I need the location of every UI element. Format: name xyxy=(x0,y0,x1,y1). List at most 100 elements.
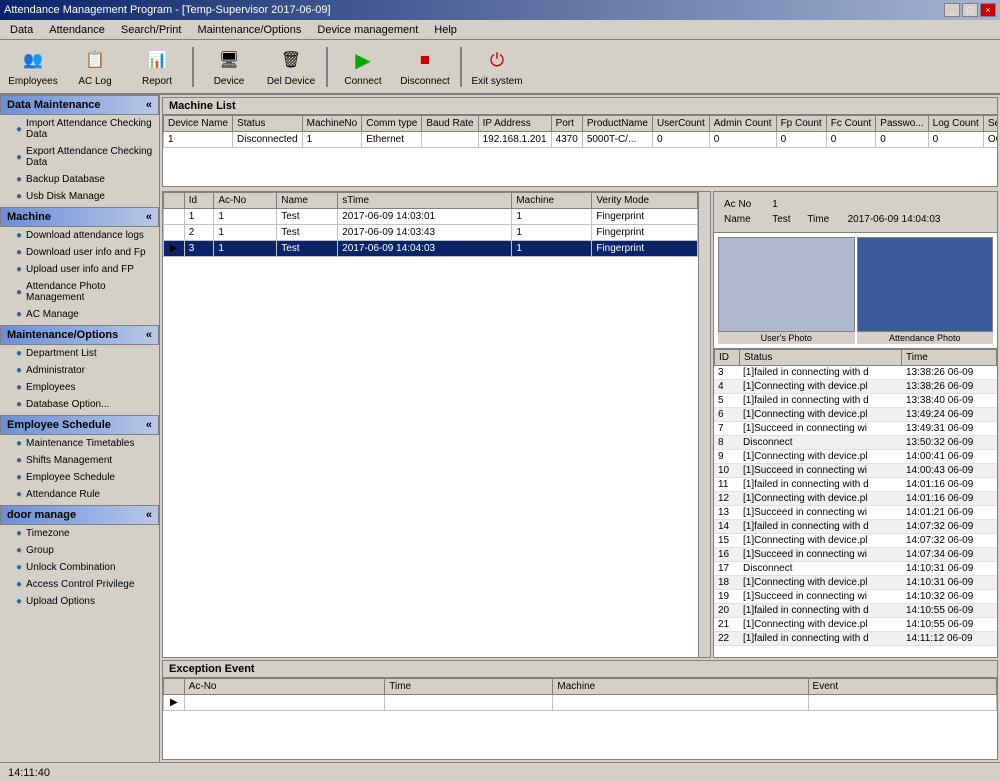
list-item[interactable]: 14 [1]failed in connecting with d 14:07:… xyxy=(714,520,997,534)
table-row[interactable]: ▶ 3 1 Test 2017-06-09 14:04:03 1 Fingerp… xyxy=(164,241,698,257)
sidebar-item-department[interactable]: Department List xyxy=(0,345,159,362)
disconnect-button[interactable]: Disconnect xyxy=(396,43,454,91)
device-button[interactable]: Device xyxy=(200,43,258,91)
machine-list-scroll[interactable]: Device Name Status MachineNo Comm type B… xyxy=(163,115,997,180)
exit-system-button[interactable]: Exit system xyxy=(468,43,526,91)
sidebar-item-db-option[interactable]: Database Option... xyxy=(0,396,159,413)
list-item[interactable]: 20 [1]failed in connecting with d 14:10:… xyxy=(714,604,997,618)
sidebar-header-machine[interactable]: Machine « xyxy=(0,207,159,227)
sidebar-header-data-maintenance[interactable]: Data Maintenance « xyxy=(0,95,159,115)
sidebar-item-administrator[interactable]: Administrator xyxy=(0,362,159,379)
sidebar-item-upload-options[interactable]: Upload Options xyxy=(0,593,159,610)
sidebar-item-download-user[interactable]: Download user info and Fp xyxy=(0,244,159,261)
sidebar-item-ac-manage-label: AC Manage xyxy=(26,309,79,320)
log-table: 3 [1]failed in connecting with d 13:38:2… xyxy=(714,366,997,646)
menu-help[interactable]: Help xyxy=(426,22,465,38)
sidebar-item-timezone[interactable]: Timezone xyxy=(0,525,159,542)
sidebar-item-group[interactable]: Group xyxy=(0,542,159,559)
connect-button[interactable]: Connect xyxy=(334,43,392,91)
sidebar-item-upload-user[interactable]: Upload user info and FP xyxy=(0,261,159,278)
sidebar-door-collapse-icon: « xyxy=(146,509,152,521)
attendance-table-scroll[interactable]: Id Ac-No Name sTime Machine Verity Mode xyxy=(163,192,698,657)
menu-data[interactable]: Data xyxy=(2,22,41,38)
menu-attendance[interactable]: Attendance xyxy=(41,22,113,38)
sidebar-item-usb[interactable]: Usb Disk Manage xyxy=(0,188,159,205)
menu-search-print[interactable]: Search/Print xyxy=(113,22,190,38)
list-item[interactable]: 10 [1]Succeed in connecting wi 14:00:43 … xyxy=(714,464,997,478)
sidebar-header-schedule[interactable]: Employee Schedule « xyxy=(0,415,159,435)
import-icon xyxy=(16,124,22,135)
exception-title-text: Exception Event xyxy=(169,663,255,675)
attendance-rule-icon xyxy=(16,489,22,500)
sidebar-item-employee-schedule[interactable]: Employee Schedule xyxy=(0,469,159,486)
user-photo-col: User's Photo xyxy=(718,237,855,344)
sidebar-item-timetables[interactable]: Maintenance Timetables xyxy=(0,435,159,452)
list-item[interactable]: 18 [1]Connecting with device.pl 14:10:31… xyxy=(714,576,997,590)
sidebar-header-door[interactable]: door manage « xyxy=(0,505,159,525)
list-item[interactable]: 8 Disconnect 13:50:32 06-09 xyxy=(714,436,997,450)
ac-manage-icon xyxy=(16,309,22,320)
list-item[interactable]: 7 [1]Succeed in connecting wi 13:49:31 0… xyxy=(714,422,997,436)
list-item[interactable]: 6 [1]Connecting with device.pl 13:49:24 … xyxy=(714,408,997,422)
menu-bar: Data Attendance Search/Print Maintenance… xyxy=(0,20,1000,40)
report-button[interactable]: Report xyxy=(128,43,186,91)
employees-button[interactable]: Employees xyxy=(4,43,62,91)
list-item[interactable]: 11 [1]failed in connecting with d 14:01:… xyxy=(714,478,997,492)
list-item[interactable]: 17 Disconnect 14:10:31 06-09 xyxy=(714,562,997,576)
exit-label: Exit system xyxy=(471,76,522,87)
log-table-area[interactable]: 3 [1]failed in connecting with d 13:38:2… xyxy=(714,366,997,657)
sidebar-item-shifts[interactable]: Shifts Management xyxy=(0,452,159,469)
list-item[interactable]: 13 [1]Succeed in connecting wi 14:01:21 … xyxy=(714,506,997,520)
table-row[interactable]: 2 1 Test 2017-06-09 14:03:43 1 Fingerpri… xyxy=(164,225,698,241)
maximize-button[interactable]: □ xyxy=(962,3,978,17)
sidebar-item-employees-label: Employees xyxy=(26,382,75,393)
sidebar-header-maintenance[interactable]: Maintenance/Options « xyxy=(0,325,159,345)
col-baud-rate: Baud Rate xyxy=(422,116,478,132)
del-device-button[interactable]: Del Device xyxy=(262,43,320,91)
exception-title: Exception Event xyxy=(163,661,997,678)
sidebar-section-maintenance: Maintenance/Options « Department List Ad… xyxy=(0,325,159,413)
user-detail-area: Ac No 1 Name Test Time 2017-06-09 14:04:… xyxy=(714,192,997,233)
sidebar-item-photo-mgmt[interactable]: Attendance Photo Management xyxy=(0,278,159,306)
ac-no-label: Ac No xyxy=(722,198,768,211)
log-section: ID Status Time 3 [1]failed in connecting… xyxy=(714,348,997,657)
sidebar-item-backup[interactable]: Backup Database xyxy=(0,171,159,188)
list-item[interactable]: 12 [1]Connecting with device.pl 14:01:16… xyxy=(714,492,997,506)
sidebar-item-ac-manage[interactable]: AC Manage xyxy=(0,306,159,323)
sidebar-item-unlock[interactable]: Unlock Combination xyxy=(0,559,159,576)
list-item[interactable]: 4 [1]Connecting with device.pl 13:38:26 … xyxy=(714,380,997,394)
minimize-button[interactable]: _ xyxy=(944,3,960,17)
list-item[interactable]: 3 [1]failed in connecting with d 13:38:2… xyxy=(714,366,997,380)
exc-col-ac-no: Ac-No xyxy=(184,679,385,695)
list-item[interactable]: 22 [1]failed in connecting with d 14:11:… xyxy=(714,632,997,646)
sidebar-item-shifts-label: Shifts Management xyxy=(26,455,112,466)
sidebar-item-download-logs[interactable]: Download attendance logs xyxy=(0,227,159,244)
usb-icon xyxy=(16,191,22,202)
aclog-icon xyxy=(81,46,109,74)
exception-table-scroll[interactable]: Ac-No Time Machine Event ▶ xyxy=(163,678,997,759)
list-item[interactable]: 19 [1]Succeed in connecting wi 14:10:32 … xyxy=(714,590,997,604)
exception-row-arrow: ▶ xyxy=(164,695,997,711)
log-table-body: 3 [1]failed in connecting with d 13:38:2… xyxy=(714,366,997,646)
toolbar: Employees AC Log Report Device Del Devic… xyxy=(0,40,1000,95)
close-button[interactable]: × xyxy=(980,3,996,17)
sidebar-item-import[interactable]: Import Attendance Checking Data xyxy=(0,115,159,143)
ac-log-button[interactable]: AC Log xyxy=(66,43,124,91)
sidebar-section-door: door manage « Timezone Group Unlock Comb… xyxy=(0,505,159,610)
sidebar-item-access-control[interactable]: Access Control Privilege xyxy=(0,576,159,593)
list-item[interactable]: 15 [1]Connecting with device.pl 14:07:32… xyxy=(714,534,997,548)
list-item[interactable]: 21 [1]Connecting with device.pl 14:10:55… xyxy=(714,618,997,632)
list-item[interactable]: 9 [1]Connecting with device.pl 14:00:41 … xyxy=(714,450,997,464)
col-ip-address: IP Address xyxy=(478,116,551,132)
sidebar-item-employees[interactable]: Employees xyxy=(0,379,159,396)
list-item[interactable]: 5 [1]failed in connecting with d 13:38:4… xyxy=(714,394,997,408)
machine-row[interactable]: 1 Disconnected 1 Ethernet 192.168.1.201 … xyxy=(164,132,998,148)
attendance-scrollbar[interactable] xyxy=(698,192,710,657)
access-control-icon xyxy=(16,579,22,590)
sidebar-item-export[interactable]: Export Attendance Checking Data xyxy=(0,143,159,171)
menu-maintenance[interactable]: Maintenance/Options xyxy=(189,22,309,38)
table-row[interactable]: 1 1 Test 2017-06-09 14:03:01 1 Fingerpri… xyxy=(164,209,698,225)
sidebar-item-attendance-rule[interactable]: Attendance Rule xyxy=(0,486,159,503)
list-item[interactable]: 16 [1]Succeed in connecting wi 14:07:34 … xyxy=(714,548,997,562)
menu-device-management[interactable]: Device management xyxy=(309,22,426,38)
